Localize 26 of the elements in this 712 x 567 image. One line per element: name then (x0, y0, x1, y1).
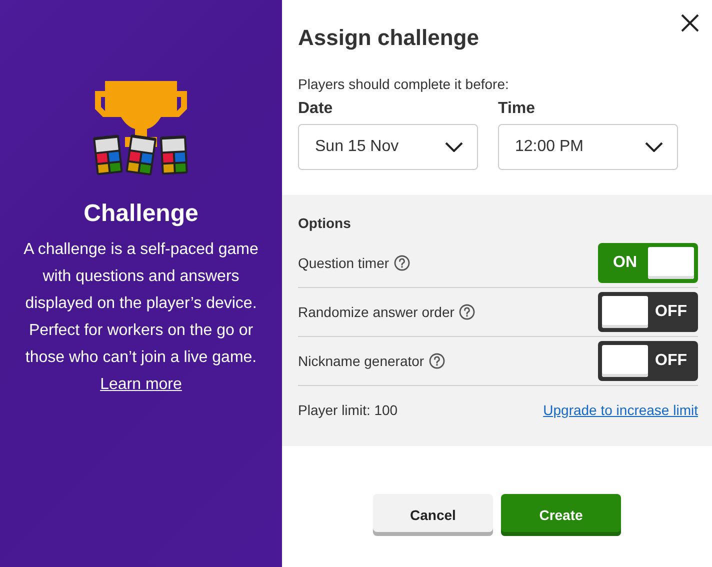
option-label: Question timer (298, 255, 390, 271)
cancel-button[interactable]: Cancel (373, 494, 493, 536)
date-dropdown[interactable]: Sun 15 Nov (298, 124, 478, 170)
player-limit: Player limit: 100 (298, 402, 398, 418)
promo-description: A challenge is a self-paced game with questions and answers displayed on the player’s device. Perfect for workers on the go or those who can’t join a live game. (22, 240, 260, 368)
promo-title: Challenge (84, 200, 198, 228)
help-icon[interactable] (429, 353, 446, 369)
deadline-hint: Players should complete it before: (298, 76, 510, 92)
close-icon[interactable] (680, 13, 700, 33)
toggle-switch[interactable]: OFF (598, 292, 698, 332)
date-label: Date (298, 100, 334, 118)
toggle-switch[interactable]: ON (598, 243, 698, 283)
chevron-down-icon (445, 142, 463, 152)
option-label: Randomize answer order (298, 304, 454, 320)
upgrade-link[interactable]: Upgrade to increase limit (543, 402, 698, 418)
create-button[interactable]: Create (501, 494, 621, 536)
learn-more-link[interactable]: Learn more (100, 371, 182, 398)
chevron-down-icon (645, 142, 663, 152)
toggle-switch[interactable]: OFF (598, 341, 698, 381)
options-heading: Options (298, 215, 352, 231)
dialog-title: Assign challenge (298, 25, 480, 51)
help-icon[interactable] (459, 304, 476, 320)
option-label: Nickname generator (298, 353, 424, 369)
time-dropdown[interactable]: 12:00 PM (498, 124, 678, 170)
time-label: Time (498, 100, 536, 118)
help-icon[interactable] (394, 255, 410, 271)
